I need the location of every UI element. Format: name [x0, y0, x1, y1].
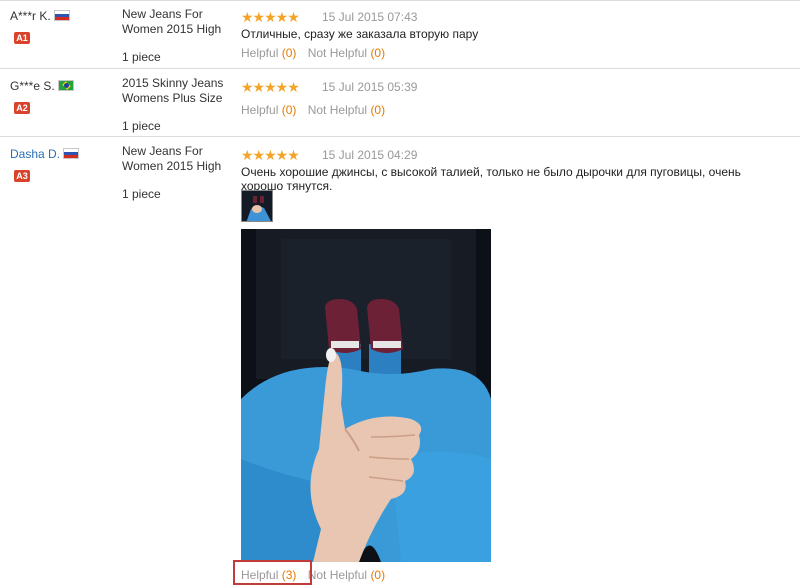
helpful-button[interactable]: Helpful (0)	[241, 103, 296, 117]
russia-flag-icon	[53, 10, 70, 21]
review-photo[interactable]	[241, 229, 491, 562]
review-username: A***r K.	[10, 9, 70, 23]
review-date: 15 Jul 2015 07:43	[322, 10, 418, 24]
buyer-level-badge: A3	[14, 170, 30, 182]
divider	[0, 68, 800, 69]
review-date: 15 Jul 2015 04:29	[322, 148, 418, 162]
brazil-flag-icon	[57, 80, 74, 91]
buyer-level-badge: A1	[14, 32, 30, 44]
review-username: G***e S.	[10, 79, 74, 93]
helpful-button[interactable]: Helpful (0)	[241, 46, 296, 60]
review-text: Очень хорошие джинсы, с высокой талией, …	[241, 165, 741, 193]
not-helpful-button[interactable]: Not Helpful (0)	[308, 46, 385, 60]
photo-thumbnail[interactable]	[241, 190, 273, 222]
product-name-link[interactable]: New Jeans For Women 2015 High Waist	[122, 144, 232, 174]
product-name-link[interactable]: New Jeans For Women 2015 High Waist	[122, 7, 232, 37]
quantity: 1 piece	[122, 119, 161, 133]
annotation-highlight-box	[233, 560, 312, 585]
helpful-row: Helpful (0) Not Helpful (0)	[241, 46, 385, 60]
rating-stars: ★★★★★	[241, 9, 300, 25]
helpful-row: Helpful (0) Not Helpful (0)	[241, 103, 385, 117]
review-text: Отличные, сразу же заказала вторую пару	[241, 27, 479, 41]
not-helpful-button[interactable]: Not Helpful (0)	[308, 103, 385, 117]
russia-flag-icon	[63, 148, 80, 159]
review-username-link[interactable]: Dasha D.	[10, 147, 80, 161]
quantity: 1 piece	[122, 50, 161, 64]
product-info: 2015 Skinny Jeans Womens Plus Size 1 pie…	[122, 76, 232, 134]
rating-stars: ★★★★★	[241, 147, 300, 163]
buyer-level-badge: A2	[14, 102, 30, 114]
review-date: 15 Jul 2015 05:39	[322, 80, 418, 94]
product-info: New Jeans For Women 2015 High Waist 1 pi…	[122, 7, 232, 65]
rating-stars: ★★★★★	[241, 79, 300, 95]
divider	[0, 0, 800, 1]
product-name-link[interactable]: 2015 Skinny Jeans Womens Plus Size	[122, 76, 232, 106]
quantity: 1 piece	[122, 187, 161, 201]
divider	[0, 136, 800, 137]
not-helpful-button[interactable]: Not Helpful (0)	[308, 568, 385, 582]
product-info: New Jeans For Women 2015 High Waist 1 pi…	[122, 144, 232, 202]
